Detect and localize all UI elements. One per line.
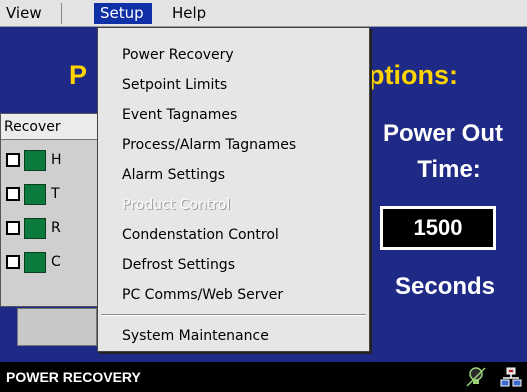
seconds-label: Seconds	[394, 273, 496, 300]
menu-item-setpoint-limits[interactable]: Setpoint Limits	[122, 75, 227, 95]
recovery-checkbox[interactable]	[6, 187, 20, 201]
page-title-fragment-left: P	[69, 60, 88, 90]
menu-item-alarm-settings[interactable]: Alarm Settings	[122, 165, 225, 185]
power-out-label: Power Out	[382, 120, 503, 147]
menu-item-defrost-settings[interactable]: Defrost Settings	[122, 255, 235, 275]
menu-item-pc-comms-web-server[interactable]: PC Comms/Web Server	[122, 285, 283, 305]
recovery-checkbox[interactable]	[6, 153, 20, 167]
menu-view[interactable]: View	[0, 3, 62, 24]
recovery-item-label: C	[51, 254, 61, 270]
status-bar: POWER RECOVERY	[0, 362, 527, 392]
menu-separator	[101, 314, 366, 316]
menu-setup[interactable]: Setup	[94, 3, 152, 24]
lightbulb-icon	[465, 366, 487, 388]
page-title-fragment-right: )ptions:	[359, 60, 458, 90]
status-led	[24, 218, 46, 239]
menu-item-system-maintenance[interactable]: System Maintenance	[122, 326, 269, 346]
menu-item-product-control: Product Control	[122, 197, 231, 213]
recovery-checkbox[interactable]	[6, 255, 20, 269]
time-label: Time:	[417, 156, 481, 183]
status-text: POWER RECOVERY	[6, 369, 141, 385]
status-led	[24, 184, 46, 205]
status-led	[24, 252, 46, 273]
status-led	[24, 150, 46, 171]
recovery-item-label: R	[51, 220, 61, 236]
recovery-item-label: T	[51, 186, 60, 202]
recovery-button[interactable]	[17, 308, 97, 346]
recovery-item-label: H	[51, 152, 62, 168]
menu-bar: View Setup Help	[0, 0, 527, 27]
menu-help[interactable]: Help	[166, 3, 216, 24]
menu-item-condenstation-control[interactable]: Condenstation Control	[122, 225, 279, 245]
menu-item-process-alarm-tagnames[interactable]: Process/Alarm Tagnames	[122, 135, 296, 155]
power-out-time-field[interactable]: 1500	[380, 206, 496, 250]
recovery-checkbox[interactable]	[6, 221, 20, 235]
menu-item-power-recovery[interactable]: Power Recovery	[122, 45, 234, 65]
setup-dropdown-menu: Power Recovery Setpoint Limits Event Tag…	[97, 27, 370, 352]
menu-item-event-tagnames[interactable]: Event Tagnames	[122, 105, 237, 125]
network-icon	[500, 366, 522, 388]
